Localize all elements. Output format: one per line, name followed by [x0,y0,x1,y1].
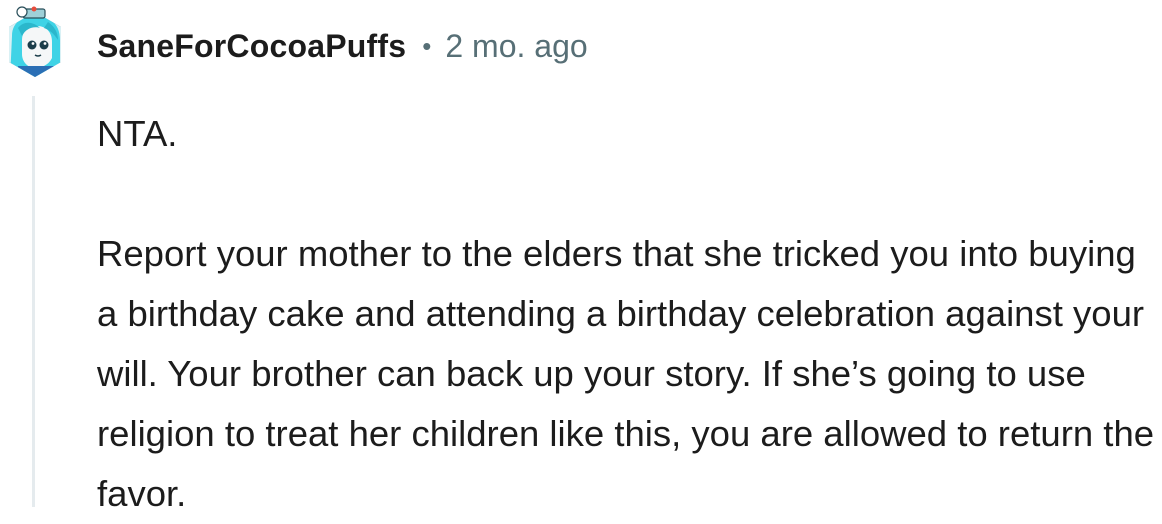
comment-verdict: NTA. [97,113,178,154]
comment-paragraph: Report your mother to the elders that sh… [97,233,1155,514]
comment: SaneForCocoaPuffs • 2 mo. ago NTA. Repor… [0,0,1162,514]
comment-timestamp[interactable]: 2 mo. ago [445,28,587,65]
comment-author[interactable]: SaneForCocoaPuffs [97,28,406,65]
comment-body: NTA. Report your mother to the elders th… [97,104,1157,524]
comment-header: SaneForCocoaPuffs • 2 mo. ago [97,24,588,68]
thread-collapse-line[interactable] [32,96,35,507]
user-avatar-icon[interactable] [4,6,66,80]
meta-separator: • [422,31,432,61]
avatar-image [9,6,61,77]
